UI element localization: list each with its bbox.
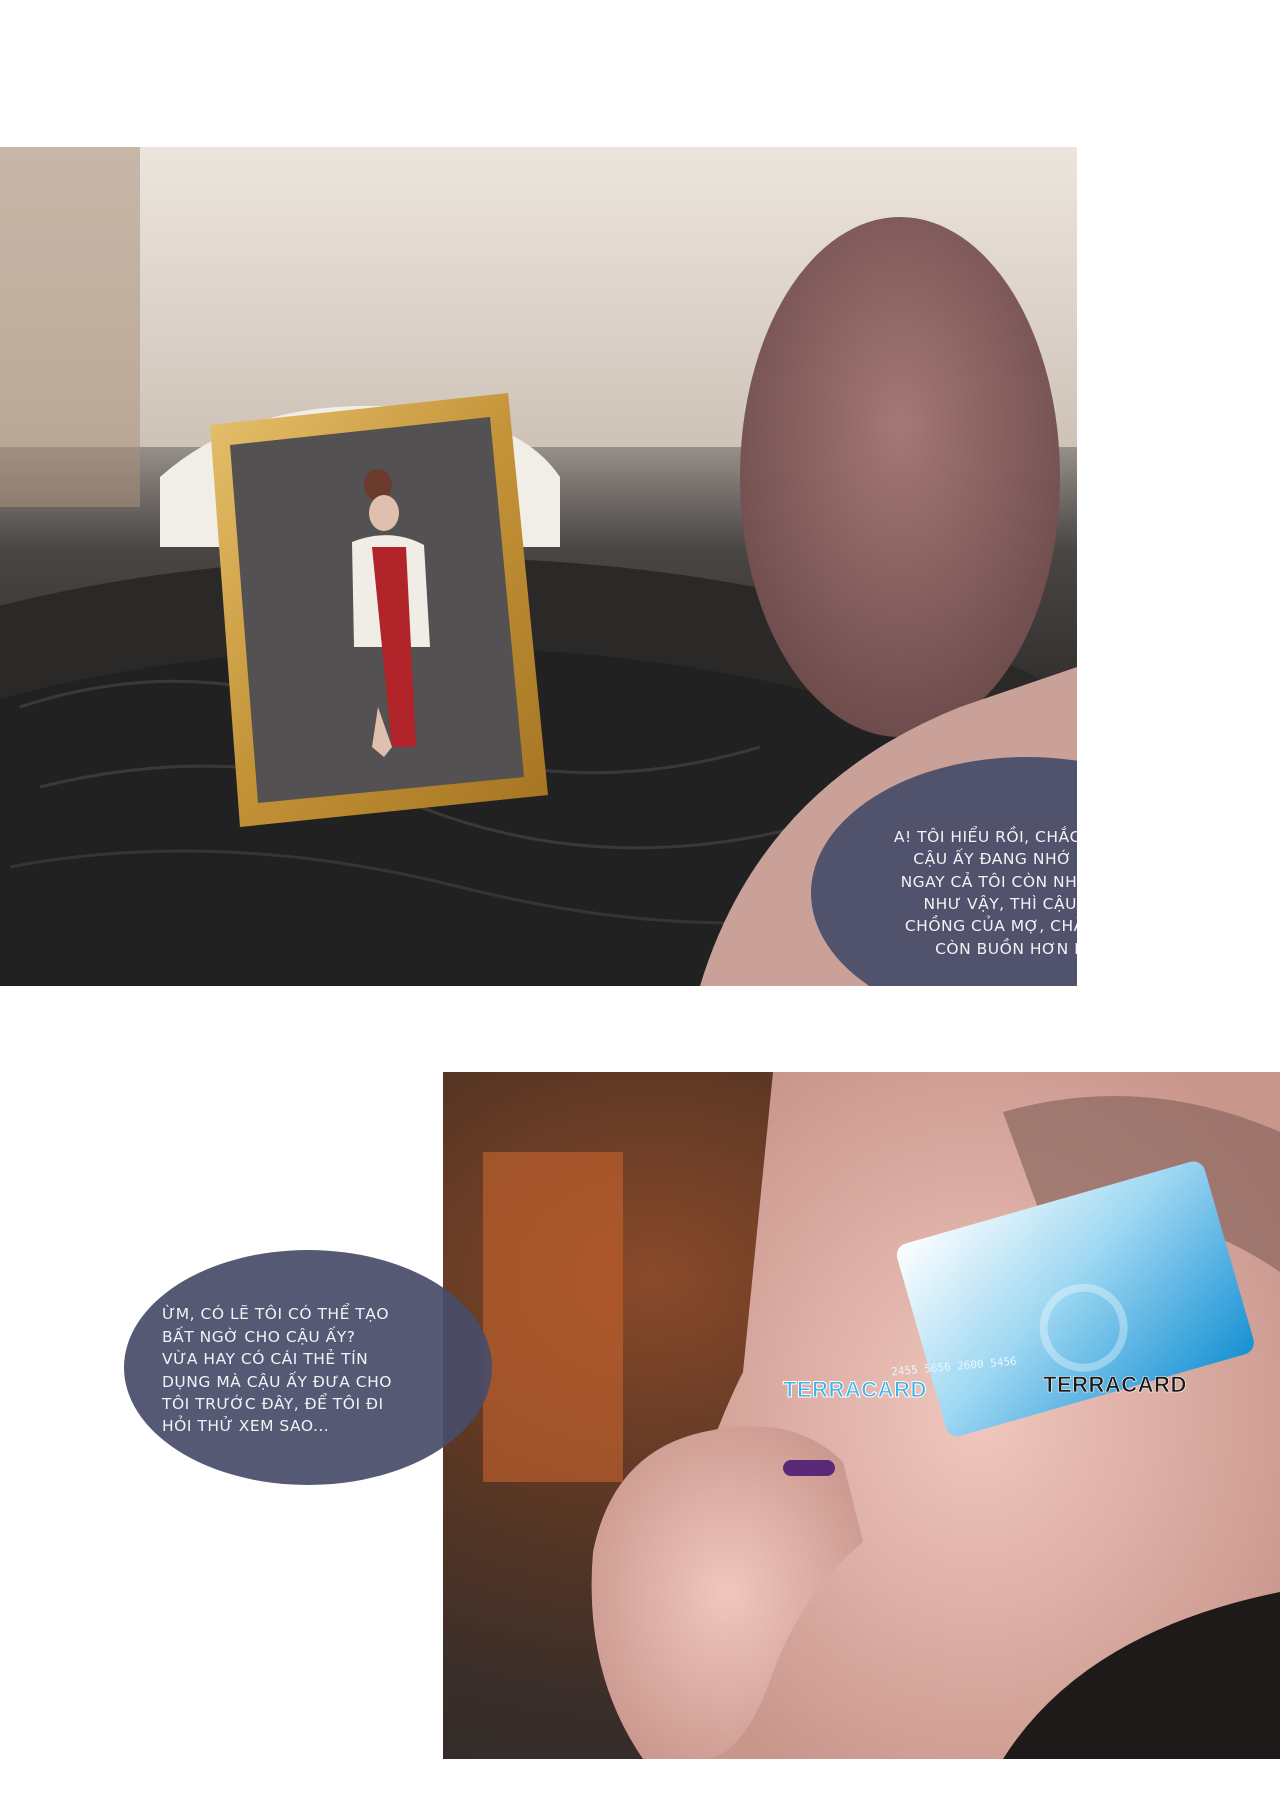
speech-bubble-1-text: A! TÔI HIỂU RỒI, CHẮC CHẮN LÀ CẬU ẤY ĐAN… <box>893 827 1077 958</box>
comic-panel-2: TERRACARD TERRACARD 2455 5656 2600 5456 <box>443 1072 1280 1759</box>
comic-panel-1: A! TÔI HIỂU RỒI, CHẮC CHẮN LÀ CẬU ẤY ĐAN… <box>0 147 1077 986</box>
card-scene-illustration <box>443 1072 1280 1759</box>
speech-bubble-2-text: ỪM, CÓ LẼ TÔI CÓ THỂ TẠO BẤT NGỜ CHO CẬU… <box>162 1305 392 1436</box>
speech-bubble-2: ỪM, CÓ LẼ TÔI CÓ THỂ TẠO BẤT NGỜ CHO CẬU… <box>124 1250 492 1485</box>
card-brand-label-right: TERRACARD <box>1043 1372 1187 1398</box>
card-brand-label-left: TERRACARD <box>783 1377 927 1403</box>
